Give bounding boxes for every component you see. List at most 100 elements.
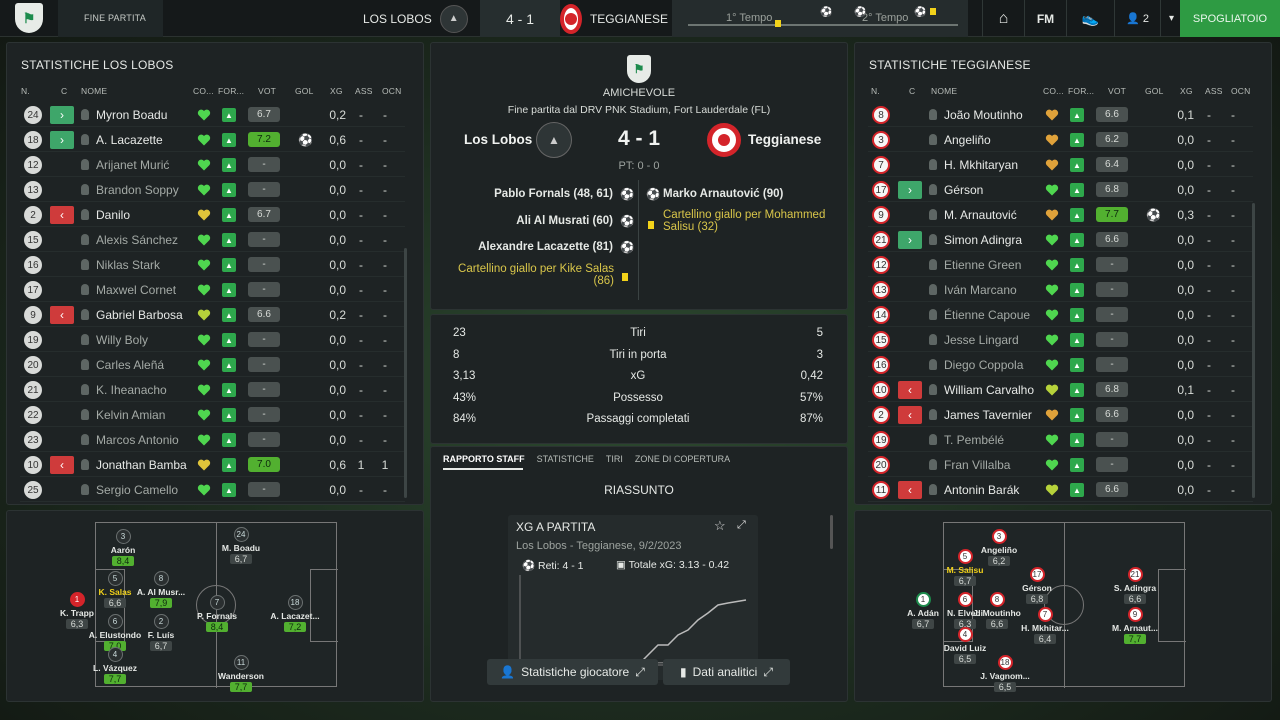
table-row[interactable]: 20 Fran Villalba ▲ -0,0- - — [868, 453, 1253, 477]
col-goals[interactable]: GOL — [1145, 86, 1164, 96]
tab-coverage[interactable]: ZONE DI COPERTURA — [635, 454, 730, 464]
col-fitness[interactable]: CO... — [1043, 86, 1064, 96]
player-name[interactable]: Alexis Sánchez — [96, 233, 178, 247]
player-name[interactable]: James Tavernier — [944, 408, 1032, 422]
table-row[interactable]: 15 Alexis Sánchez ▲ -0,0- - — [20, 228, 405, 252]
match-timeline[interactable]: 1° Tempo 2° Tempo ⚽ ⚽ ⚽ — [672, 0, 968, 37]
player-name[interactable]: Jesse Lingard — [944, 333, 1019, 347]
table-row[interactable]: 18 › A. Lacazette ▲ 7.2 ⚽ 0,6- - — [20, 128, 405, 152]
player-name[interactable]: Antonin Barák — [944, 483, 1019, 497]
player-name[interactable]: Diego Coppola — [944, 358, 1023, 372]
pitch-player[interactable]: 11 Wanderson 7,7 — [211, 655, 271, 692]
table-row[interactable]: 9 ‹ Gabriel Barbosa ▲ 6.6 0,2- - — [20, 303, 405, 327]
player-name[interactable]: Myron Boadu — [96, 108, 167, 122]
scrollbar[interactable] — [404, 248, 407, 498]
player-name[interactable]: Gabriel Barbosa — [96, 308, 183, 322]
col-chances[interactable]: OCN — [382, 86, 402, 96]
table-row[interactable]: 21 › Simon Adingra ▲ 6.6 0,0- - — [868, 228, 1253, 252]
col-xg[interactable]: XG — [330, 86, 343, 96]
tab-statistics[interactable]: STATISTICHE — [537, 454, 594, 464]
table-row[interactable]: 23 Marcos Antonio ▲ -0,0- - — [20, 428, 405, 452]
player-name[interactable]: Angeliño — [944, 133, 991, 147]
player-name[interactable]: H. Mkhitaryan — [944, 158, 1018, 172]
shoe-icon[interactable]: 👟 — [1066, 0, 1114, 37]
player-name[interactable]: K. Iheanacho — [96, 383, 167, 397]
users-button[interactable]: 👤 2 — [1114, 0, 1160, 37]
table-row[interactable]: 17 Maxwel Cornet ▲ -0,0- - — [20, 278, 405, 302]
tab-staff-report[interactable]: RAPPORTO STAFF — [443, 454, 525, 464]
breadcrumb[interactable]: FINE PARTITA — [58, 0, 163, 37]
col-condition[interactable]: C — [909, 86, 915, 96]
player-name[interactable]: Kelvin Amian — [96, 408, 165, 422]
player-name[interactable]: T. Pembélé — [944, 433, 1004, 447]
player-name[interactable]: Danilo — [96, 208, 130, 222]
player-name[interactable]: M. Arnautović — [944, 208, 1017, 222]
table-row[interactable]: 10 ‹ William Carvalho ▲ 6.8 0,1- - — [868, 378, 1253, 402]
pitch-player[interactable]: 3 Aarón 8,4 — [93, 529, 153, 566]
table-row[interactable]: 11 ‹ Antonin Barák ▲ 6.6 0,0- - — [868, 478, 1253, 502]
col-form[interactable]: FOR... — [218, 86, 244, 96]
pitch-player[interactable]: 7 P. Fornals 8,4 — [187, 595, 247, 632]
tab-shots[interactable]: TIRI — [606, 454, 623, 464]
analytics-button[interactable]: ▮ Dati analitici ⤢ — [663, 659, 790, 685]
pitch-player[interactable]: 5 M. Salisu 6,7 — [935, 549, 995, 586]
table-row[interactable]: 14 Étienne Capoue ▲ -0,0- - — [868, 303, 1253, 327]
star-icon[interactable]: ☆ — [714, 518, 726, 534]
table-row[interactable]: 20 Carles Aleñá ▲ -0,0- - — [20, 353, 405, 377]
pitch-player[interactable]: 18 A. Lacazet... 7,2 — [265, 595, 325, 632]
player-name[interactable]: Gérson — [944, 183, 983, 197]
col-goals[interactable]: GOL — [295, 86, 314, 96]
scrollbar[interactable] — [830, 515, 833, 549]
col-rating[interactable]: VOT — [1108, 86, 1126, 96]
player-name[interactable]: Simon Adingra — [944, 233, 1022, 247]
player-name[interactable]: João Moutinho — [944, 108, 1023, 122]
table-row[interactable]: 19 Willy Boly ▲ -0,0- - — [20, 328, 405, 352]
pitch-player[interactable]: 4 L. Vázquez 7,7 — [85, 647, 145, 684]
table-row[interactable]: 25 Sergio Camello ▲ -0,0- - — [20, 478, 405, 502]
player-name[interactable]: Jonathan Bamba — [96, 458, 187, 472]
col-assists[interactable]: ASS — [355, 86, 373, 96]
pitch-player[interactable]: 8 A. Al Musr... 7,9 — [131, 571, 191, 608]
col-chances[interactable]: OCN — [1231, 86, 1251, 96]
table-row[interactable]: 24 › Myron Boadu ▲ 6.7 0,2- - — [20, 103, 405, 127]
player-name[interactable]: Iván Marcano — [944, 283, 1017, 297]
table-row[interactable]: 8 João Moutinho ▲ 6.6 0,1- - — [868, 103, 1253, 127]
col-xg[interactable]: XG — [1180, 86, 1193, 96]
player-name[interactable]: Willy Boly — [96, 333, 148, 347]
player-stats-button[interactable]: 👤 Statistiche giocatore ⤢ — [487, 659, 658, 685]
table-row[interactable]: 15 Jesse Lingard ▲ -0,0- - — [868, 328, 1253, 352]
col-form[interactable]: FOR... — [1068, 86, 1094, 96]
player-name[interactable]: A. Lacazette — [96, 133, 163, 147]
expand-icon[interactable]: ⤢ — [737, 519, 746, 532]
col-name[interactable]: NOME — [81, 86, 107, 96]
table-row[interactable]: 2 ‹ James Tavernier ▲ 6.6 0,0- - — [868, 403, 1253, 427]
col-number[interactable]: N. — [871, 86, 880, 96]
club-crest[interactable]: ⚑ — [0, 0, 58, 37]
table-row[interactable]: 12 Etienne Green ▲ -0,0- - — [868, 253, 1253, 277]
pitch-player[interactable]: 2 F. Luís 6,7 — [131, 614, 191, 651]
chevron-down-icon[interactable]: ▾ — [1160, 0, 1182, 37]
player-name[interactable]: Carles Aleñá — [96, 358, 164, 372]
xg-card[interactable]: XG A PARTITA ☆ ⤢ Los Lobos - Teggianese,… — [508, 515, 758, 680]
home-icon[interactable]: ⌂ — [982, 0, 1024, 37]
table-row[interactable]: 16 Niklas Stark ▲ -0,0- - — [20, 253, 405, 277]
pitch-player[interactable]: 18 J. Vagnom... 6,5 — [975, 655, 1035, 692]
table-row[interactable]: 13 Iván Marcano ▲ -0,0- - — [868, 278, 1253, 302]
table-row[interactable]: 7 H. Mkhitaryan ▲ 6.4 0,0- - — [868, 153, 1253, 177]
col-condition[interactable]: C — [61, 86, 67, 96]
table-row[interactable]: 22 Kelvin Amian ▲ -0,0- - — [20, 403, 405, 427]
col-fitness[interactable]: CO... — [193, 86, 214, 96]
table-row[interactable]: 12 Arijanet Murić ▲ -0,0- - — [20, 153, 405, 177]
pitch-player[interactable]: 9 M. Arnaut... 7,7 — [1105, 607, 1165, 644]
pitch-player[interactable]: 21 S. Adingra 6,6 — [1105, 567, 1165, 604]
player-name[interactable]: Sergio Camello — [96, 483, 178, 497]
scrollbar[interactable] — [1252, 203, 1255, 498]
player-name[interactable]: William Carvalho — [944, 383, 1034, 397]
table-row[interactable]: 19 T. Pembélé ▲ -0,0- - — [868, 428, 1253, 452]
player-name[interactable]: Niklas Stark — [96, 258, 160, 272]
player-name[interactable]: Arijanet Murić — [96, 158, 169, 172]
col-name[interactable]: NOME — [931, 86, 957, 96]
table-row[interactable]: 13 Brandon Soppy ▲ -0,0- - — [20, 178, 405, 202]
player-name[interactable]: Etienne Green — [944, 258, 1021, 272]
col-number[interactable]: N. — [21, 86, 30, 96]
